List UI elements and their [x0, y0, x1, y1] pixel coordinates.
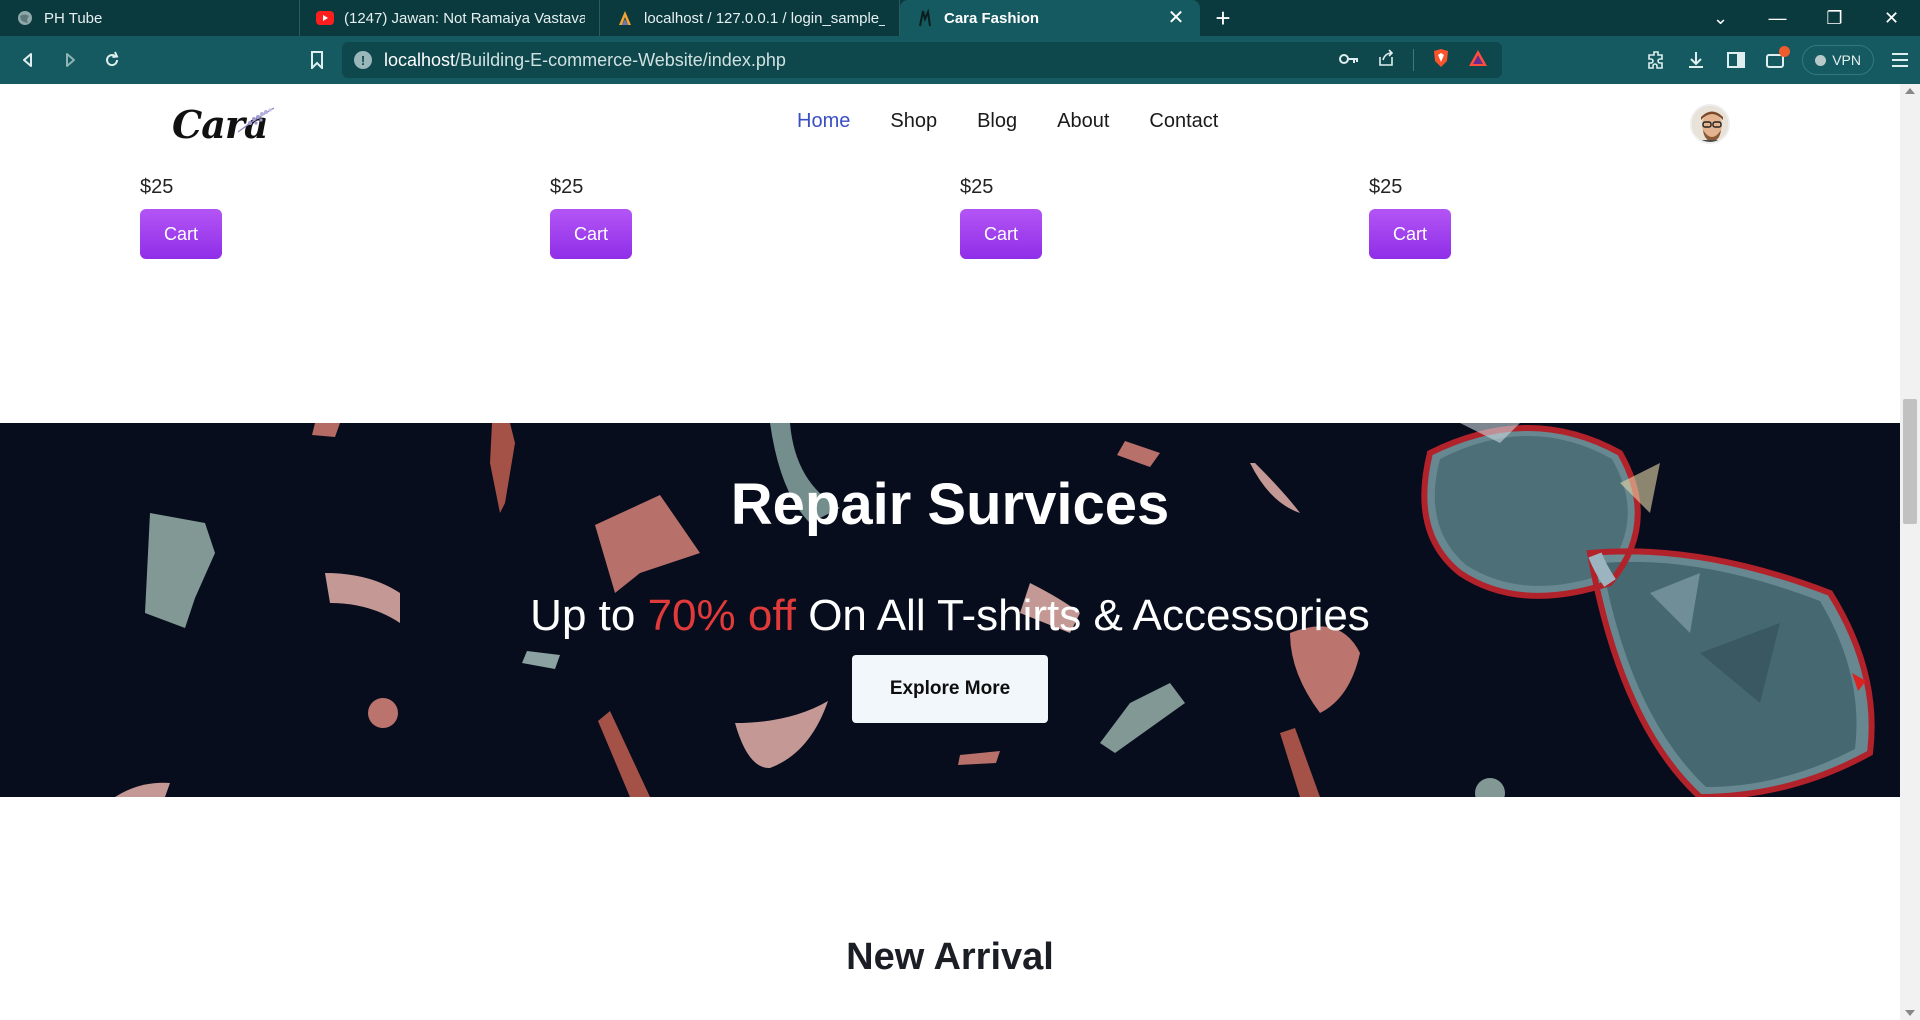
scroll-up-icon[interactable]: [1905, 88, 1915, 94]
tab-label: Cara Fashion: [944, 9, 1040, 27]
page-scrollbar[interactable]: [1900, 84, 1920, 1020]
product-card: $25 Cart: [550, 164, 632, 259]
globe-icon: [16, 9, 34, 27]
tab-search-icon[interactable]: ⌄: [1692, 0, 1749, 36]
product-price: $25: [960, 176, 994, 198]
add-to-cart-button[interactable]: Cart: [550, 209, 632, 259]
url-host: localhost: [384, 49, 456, 70]
close-tab-icon[interactable]: ✕: [1166, 8, 1186, 28]
nav-blog[interactable]: Blog: [977, 110, 1017, 133]
nav-home[interactable]: Home: [797, 110, 850, 133]
phpmyadmin-icon: [616, 9, 634, 27]
new-arrival-heading: New Arrival: [846, 936, 1054, 978]
menu-icon[interactable]: [1880, 40, 1920, 80]
address-bar[interactable]: ! localhost/Building-E-commerce-Website/…: [342, 42, 1502, 78]
browser-right-tools: VPN: [1636, 36, 1920, 84]
divider: [1413, 49, 1414, 71]
browser-toolbar: ! localhost/Building-E-commerce-Website/…: [0, 36, 1920, 84]
tab-phpmyadmin[interactable]: localhost / 127.0.0.1 / login_sample_db: [600, 0, 900, 36]
banner-title: Repair Survices: [730, 472, 1170, 537]
product-card: $25 Cart: [140, 164, 222, 259]
repair-services-banner: Repair Survices Up to 70% off On All T-s…: [0, 423, 1900, 797]
add-to-cart-button[interactable]: Cart: [140, 209, 222, 259]
tab-ph-tube[interactable]: PH Tube: [0, 0, 300, 36]
banner-subtitle: Up to 70% off On All T-shirts & Accessor…: [0, 591, 1900, 641]
subtitle-suffix: On All T-shirts & Accessories: [795, 591, 1370, 640]
add-to-cart-button[interactable]: Cart: [1369, 209, 1451, 259]
lavender-sprig-icon: [237, 107, 275, 133]
product-card: $25 Cart: [1369, 164, 1451, 259]
tab-cara-fashion[interactable]: Cara Fashion ✕: [900, 0, 1200, 36]
brave-shield-icon[interactable]: [1432, 48, 1450, 73]
site-header: Cara Home Shop Blog About Contact: [0, 84, 1900, 164]
notification-dot: [1779, 46, 1791, 57]
product-price: $25: [140, 176, 174, 198]
scrollbar-thumb[interactable]: [1903, 399, 1917, 524]
vpn-button[interactable]: VPN: [1802, 45, 1874, 75]
sidebar-icon[interactable]: [1716, 40, 1756, 80]
product-price: $25: [1369, 176, 1403, 198]
add-to-cart-button[interactable]: Cart: [960, 209, 1042, 259]
tab-youtube[interactable]: (1247) Jawan: Not Ramaiya Vastavaiya: [300, 0, 600, 36]
share-icon[interactable]: [1377, 48, 1395, 72]
reload-icon[interactable]: [92, 40, 132, 80]
url-path: /Building-E-commerce-Website/index.php: [455, 49, 786, 70]
tab-label: localhost / 127.0.0.1 / login_sample_db: [644, 9, 885, 27]
main-nav: Home Shop Blog About Contact: [797, 110, 1218, 133]
cara-icon: [916, 9, 934, 27]
download-icon[interactable]: [1676, 40, 1716, 80]
tab-label: PH Tube: [44, 9, 103, 27]
nav-shop[interactable]: Shop: [890, 110, 937, 133]
back-icon[interactable]: [8, 40, 48, 80]
bookmark-icon[interactable]: [303, 46, 331, 74]
minimize-icon[interactable]: —: [1749, 0, 1806, 36]
subtitle-prefix: Up to: [530, 591, 648, 640]
site-info-icon[interactable]: !: [354, 51, 372, 69]
youtube-icon: [316, 9, 334, 27]
window-controls: ⌄ — ❐ ✕: [1692, 0, 1920, 36]
tab-label: (1247) Jawan: Not Ramaiya Vastavaiya: [344, 9, 585, 27]
key-icon[interactable]: [1339, 50, 1359, 71]
product-card: $25 Cart: [960, 164, 1042, 259]
browser-tab-bar: PH Tube (1247) Jawan: Not Ramaiya Vastav…: [0, 0, 1920, 36]
nav-contact[interactable]: Contact: [1149, 110, 1218, 133]
scroll-down-icon[interactable]: [1905, 1010, 1915, 1016]
extensions-icon[interactable]: [1636, 40, 1676, 80]
new-tab-button[interactable]: +: [1200, 0, 1246, 36]
product-price: $25: [550, 176, 584, 198]
wallet-icon[interactable]: [1756, 40, 1796, 80]
nav-about[interactable]: About: [1057, 110, 1109, 133]
explore-more-button[interactable]: Explore More: [852, 655, 1048, 723]
site-logo[interactable]: Cara: [172, 102, 275, 148]
discount-highlight: 70% off: [647, 591, 796, 640]
vpn-status-icon: [1815, 54, 1827, 66]
restore-icon[interactable]: ❐: [1806, 0, 1863, 36]
page-viewport: Cara Home Shop Blog About Contact $25 Ca…: [0, 84, 1900, 1020]
brave-rewards-icon[interactable]: [1468, 49, 1488, 72]
close-window-icon[interactable]: ✕: [1863, 0, 1920, 36]
avatar[interactable]: [1690, 104, 1730, 144]
forward-icon[interactable]: [50, 40, 90, 80]
vpn-label: VPN: [1832, 52, 1861, 68]
